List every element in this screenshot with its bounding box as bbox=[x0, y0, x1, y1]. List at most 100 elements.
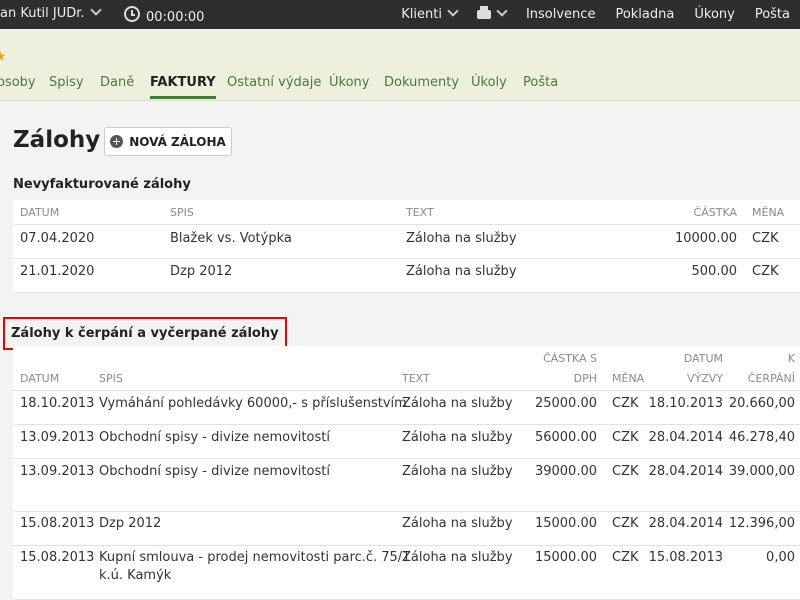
col-text[interactable]: TEXT bbox=[402, 372, 430, 385]
col-castka[interactable]: ČÁSTKA bbox=[694, 206, 737, 219]
cell-vyzvy: 15.08.2013 bbox=[648, 550, 723, 565]
timer[interactable]: 00:00:00 bbox=[124, 5, 204, 25]
cell-datum: 13.09.2013 bbox=[20, 464, 95, 479]
cell-datum: 18.10.2013 bbox=[20, 396, 95, 411]
cell-cerpani: 12.396,00 bbox=[728, 516, 795, 531]
cell-spis[interactable]: Vymáhání pohledávky 60000,- s příslušens… bbox=[99, 396, 407, 411]
user-name: an Kutil JUDr. bbox=[0, 6, 85, 21]
cell-spis[interactable]: Obchodní spisy - divize nemovitostí bbox=[99, 430, 330, 445]
cell-castka: 15000.00 bbox=[534, 550, 597, 565]
table-row[interactable]: 18.10.2013 Vymáhání pohledávky 60000,- s… bbox=[13, 391, 800, 425]
star-icon[interactable]: ★ bbox=[0, 49, 7, 65]
col-cerpani-line2[interactable]: ČERPÁNÍ bbox=[748, 372, 795, 385]
chevron-down-icon bbox=[496, 5, 508, 17]
col-mena[interactable]: MĚNA bbox=[752, 206, 784, 219]
nav-pokladna[interactable]: Pokladna bbox=[605, 7, 684, 22]
col-mena[interactable]: MĚNA bbox=[612, 372, 644, 385]
cell-cerpani: 20.660,00 bbox=[728, 396, 795, 411]
cell-spis[interactable]: Dzp 2012 bbox=[170, 264, 232, 279]
printer-icon bbox=[476, 6, 491, 19]
tab-osoby[interactable]: osoby bbox=[0, 75, 36, 90]
cell-text: Záloha na služby bbox=[406, 231, 517, 246]
cell-text: Záloha na služby bbox=[402, 396, 513, 411]
cell-vyzvy: 28.04.2014 bbox=[648, 516, 723, 531]
clock-icon bbox=[124, 6, 140, 22]
plus-circle-icon bbox=[110, 135, 124, 148]
chevron-down-icon bbox=[89, 4, 102, 16]
cell-vyzvy: 28.04.2014 bbox=[648, 464, 723, 479]
tab-ostatni-vydaje[interactable]: Ostatní výdaje bbox=[227, 75, 321, 90]
cell-castka: 10000.00 bbox=[674, 231, 737, 246]
table-header: DATUM SPIS TEXT ČÁSTKA S DPH MĚNA DATUM … bbox=[13, 346, 800, 391]
nav-print-menu[interactable] bbox=[467, 5, 516, 22]
col-datum[interactable]: DATUM bbox=[20, 372, 59, 385]
cell-mena: CZK bbox=[612, 464, 639, 479]
cell-text: Záloha na služby bbox=[402, 516, 513, 531]
table-row[interactable]: 15.08.2013 Dzp 2012 Záloha na služby 150… bbox=[13, 512, 800, 546]
cell-cerpani: 0,00 bbox=[766, 550, 795, 565]
cell-spis[interactable]: Dzp 2012 bbox=[99, 516, 161, 531]
cell-datum: 15.08.2013 bbox=[20, 516, 95, 531]
cell-vyzvy: 28.04.2014 bbox=[648, 430, 723, 445]
cell-vyzvy: 18.10.2013 bbox=[648, 396, 723, 411]
tab-ukoly[interactable]: Úkoly bbox=[471, 75, 507, 90]
cell-mena: CZK bbox=[612, 396, 639, 411]
nav-insolvence[interactable]: Insolvence bbox=[516, 7, 606, 22]
cell-mena: CZK bbox=[752, 264, 779, 279]
cell-castka: 25000.00 bbox=[534, 396, 597, 411]
cell-cerpani: 39.000,00 bbox=[728, 464, 795, 479]
cell-castka: 56000.00 bbox=[534, 430, 597, 445]
cell-text: Záloha na služby bbox=[402, 464, 513, 479]
col-cerpani-line1[interactable]: K bbox=[788, 352, 795, 365]
tab-posta[interactable]: Pošta bbox=[523, 75, 558, 90]
tab-spisy[interactable]: Spisy bbox=[49, 75, 84, 90]
unbilled-section-title: Nevyfakturované zálohy bbox=[13, 177, 191, 192]
nav-klienti[interactable]: Klienti bbox=[391, 5, 467, 22]
new-deposit-label: NOVÁ ZÁLOHA bbox=[129, 134, 226, 149]
tab-faktury[interactable]: FAKTURY bbox=[150, 75, 216, 99]
tab-bar: ★ osoby Spisy Daně FAKTURY Ostatní výdaj… bbox=[0, 29, 800, 101]
nav-ukony[interactable]: Úkony bbox=[684, 7, 744, 22]
cell-text: Záloha na služby bbox=[406, 264, 517, 279]
col-spis[interactable]: SPIS bbox=[170, 206, 194, 219]
page-title: Zálohy bbox=[13, 127, 101, 153]
nav-klienti-label: Klienti bbox=[401, 7, 442, 22]
cell-cerpani: 46.278,40 bbox=[728, 430, 795, 445]
cell-datum: 21.01.2020 bbox=[20, 264, 95, 279]
col-spis[interactable]: SPIS bbox=[99, 372, 123, 385]
cell-datum: 07.04.2020 bbox=[20, 231, 95, 246]
col-text[interactable]: TEXT bbox=[406, 206, 434, 219]
cell-datum: 13.09.2013 bbox=[20, 430, 95, 445]
col-castka-line1[interactable]: ČÁSTKA S bbox=[543, 352, 597, 365]
cell-text: Záloha na služby bbox=[402, 550, 513, 565]
top-nav: Klienti Insolvence Pokladna Úkony Pošta bbox=[391, 0, 800, 29]
chevron-down-icon bbox=[447, 5, 459, 17]
cell-spis[interactable]: Obchodní spisy - divize nemovitostí bbox=[99, 464, 330, 479]
cell-mena: CZK bbox=[752, 231, 779, 246]
col-datum[interactable]: DATUM bbox=[20, 206, 59, 219]
table-row[interactable]: 21.01.2020 Dzp 2012 Záloha na služby 500… bbox=[13, 259, 800, 293]
cell-mena: CZK bbox=[612, 430, 639, 445]
tab-dane[interactable]: Daně bbox=[100, 75, 134, 90]
table-row[interactable]: 07.04.2020 Blažek vs. Votýpka Záloha na … bbox=[13, 225, 800, 259]
col-castka-line2[interactable]: DPH bbox=[574, 372, 597, 385]
table-header: DATUM SPIS TEXT ČÁSTKA MĚNA bbox=[13, 200, 800, 225]
col-vyzvy-line2[interactable]: VÝZVY bbox=[687, 372, 723, 385]
drawing-table: DATUM SPIS TEXT ČÁSTKA S DPH MĚNA DATUM … bbox=[13, 346, 800, 600]
user-menu[interactable]: an Kutil JUDr. bbox=[0, 4, 102, 21]
cell-castka: 39000.00 bbox=[534, 464, 597, 479]
cell-datum: 15.08.2013 bbox=[20, 550, 95, 565]
nav-posta[interactable]: Pošta bbox=[745, 7, 800, 22]
col-vyzvy-line1[interactable]: DATUM bbox=[684, 352, 723, 365]
table-row[interactable]: 15.08.2013 Kupní smlouva - prodej nemovi… bbox=[13, 546, 800, 600]
cell-spis[interactable]: Kupní smlouva - prodej nemovitosti parc.… bbox=[99, 550, 410, 565]
unbilled-table: DATUM SPIS TEXT ČÁSTKA MĚNA 07.04.2020 B… bbox=[13, 200, 800, 293]
cell-spis[interactable]: Blažek vs. Votýpka bbox=[170, 231, 292, 246]
tab-dokumenty[interactable]: Dokumenty bbox=[384, 75, 459, 90]
table-row[interactable]: 13.09.2013 Obchodní spisy - divize nemov… bbox=[13, 459, 800, 512]
cell-spis-line2[interactable]: k.ú. Kamýk bbox=[99, 568, 171, 583]
tab-ukony[interactable]: Úkony bbox=[329, 75, 369, 90]
cell-castka: 500.00 bbox=[691, 264, 738, 279]
new-deposit-button[interactable]: NOVÁ ZÁLOHA bbox=[104, 127, 232, 156]
table-row[interactable]: 13.09.2013 Obchodní spisy - divize nemov… bbox=[13, 425, 800, 459]
